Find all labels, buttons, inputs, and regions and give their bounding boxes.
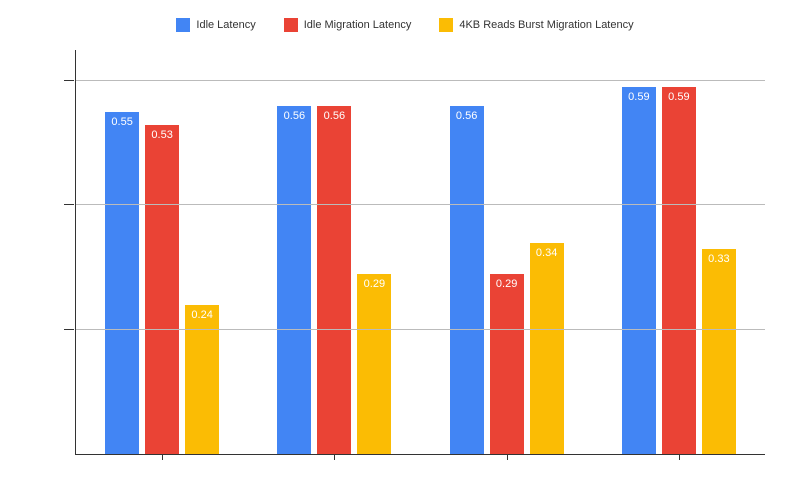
bar: 0.33 [702,249,736,454]
bar-value-label: 0.33 [708,253,729,265]
bar: 0.29 [357,274,391,454]
bar-value-label: 0.53 [151,129,172,141]
legend-item-2: 4KB Reads Burst Migration Latency [439,18,633,32]
bar-group: 0.56 0.29 0.34 [421,50,593,454]
bar: 0.24 [185,305,219,454]
y-tick [64,204,74,205]
legend-label-0: Idle Latency [196,19,255,31]
legend-swatch-1 [284,18,298,32]
legend-label-2: 4KB Reads Burst Migration Latency [459,19,633,31]
bar-group: 0.59 0.59 0.33 [593,50,765,454]
bar: 0.56 [450,106,484,454]
bar: 0.53 [145,125,179,454]
y-tick [64,80,74,81]
bar-value-label: 0.55 [111,116,132,128]
legend: Idle Latency Idle Migration Latency 4KB … [0,18,810,32]
bar: 0.56 [317,106,351,454]
bar-value-label: 0.59 [628,91,649,103]
gridline [76,80,765,81]
y-tick [64,329,74,330]
bar: 0.59 [662,87,696,454]
x-tick [679,454,680,460]
bar: 0.56 [277,106,311,454]
x-tick [507,454,508,460]
bar-chart: Idle Latency Idle Migration Latency 4KB … [0,0,810,500]
bar-value-label: 0.56 [456,110,477,122]
bar: 0.29 [490,274,524,454]
bar-value-label: 0.24 [191,309,212,321]
bar-value-label: 0.56 [284,110,305,122]
bar-value-label: 0.29 [496,278,517,290]
legend-label-1: Idle Migration Latency [304,19,412,31]
x-tick [162,454,163,460]
x-tick [334,454,335,460]
bar: 0.34 [530,243,564,454]
bar: 0.59 [622,87,656,454]
bar-group: 0.55 0.53 0.24 [76,50,248,454]
bar-value-label: 0.59 [668,91,689,103]
bar-value-label: 0.34 [536,247,557,259]
gridline [76,204,765,205]
bar-value-label: 0.56 [324,110,345,122]
bar-value-label: 0.29 [364,278,385,290]
legend-item-0: Idle Latency [176,18,255,32]
bar-group: 0.56 0.56 0.29 [248,50,420,454]
legend-swatch-2 [439,18,453,32]
plot-area: 0.55 0.53 0.24 0.56 0.56 0.29 0.56 0.29 0.34 0.59… [75,50,765,455]
legend-item-1: Idle Migration Latency [284,18,412,32]
bar: 0.55 [105,112,139,454]
legend-swatch-0 [176,18,190,32]
gridline [76,329,765,330]
